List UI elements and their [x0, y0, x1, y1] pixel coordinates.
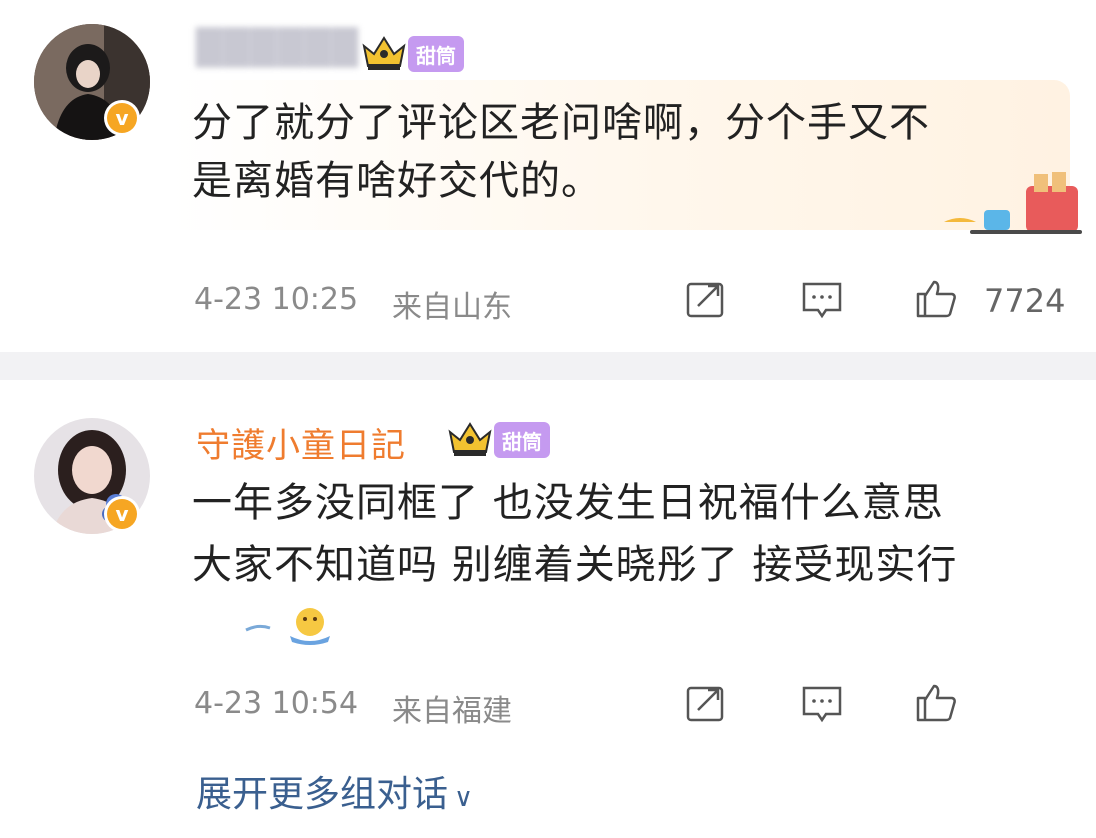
comment-text-line1: 一年多没同框了 也没发生日祝福什么意思 — [192, 480, 944, 526]
crown-icon — [362, 36, 406, 70]
username[interactable]: 守護小童日記 — [196, 418, 406, 467]
comment-location: 来自山东 — [392, 290, 512, 325]
comment-icon[interactable] — [800, 280, 844, 320]
fan-tag: 甜筒 — [494, 422, 550, 458]
comment-time: 4-23 10:54 — [194, 686, 359, 721]
comment-icon[interactable] — [800, 684, 844, 724]
comment-text-line2: 是离婚有啥好交代的。 — [192, 158, 602, 204]
comment-2: v 守護小童日記 甜筒 一年多没同框了 也没发生日祝福什么意思 大家不知道吗 别… — [0, 380, 1096, 838]
username[interactable]: ██████ — [196, 28, 359, 68]
comment-divider — [0, 352, 1096, 380]
comment-text-line1: 分了就分了评论区老问啥啊，分个手又不 — [192, 100, 930, 146]
verified-badge-icon: v — [104, 496, 140, 532]
like-icon[interactable] — [914, 278, 958, 318]
comment-1: v ██████ 甜筒 分了就分了评论区老问啥啊，分个手又不 是离婚有啥好交代的… — [0, 0, 1096, 352]
like-count: 7724 — [984, 282, 1066, 320]
expand-more-link[interactable]: 展开更多组对话 ∨ — [196, 765, 473, 817]
comment-time: 4-23 10:25 — [194, 282, 359, 317]
like-icon[interactable] — [914, 682, 958, 722]
comment-location: 来自福建 — [392, 694, 512, 729]
share-icon[interactable] — [684, 684, 728, 724]
share-icon[interactable] — [684, 280, 728, 320]
chevron-down-icon: ∨ — [454, 783, 474, 813]
toaster-icon — [944, 172, 1082, 234]
emoji-icon — [245, 608, 330, 645]
expand-label: 展开更多组对话 — [196, 774, 449, 815]
verified-badge-icon: v — [104, 100, 140, 136]
crown-icon — [448, 422, 492, 456]
comment-text-line2: 大家不知道吗 别缠着关晓彤了 接受现实行 — [192, 542, 958, 588]
fan-tag: 甜筒 — [408, 36, 464, 72]
